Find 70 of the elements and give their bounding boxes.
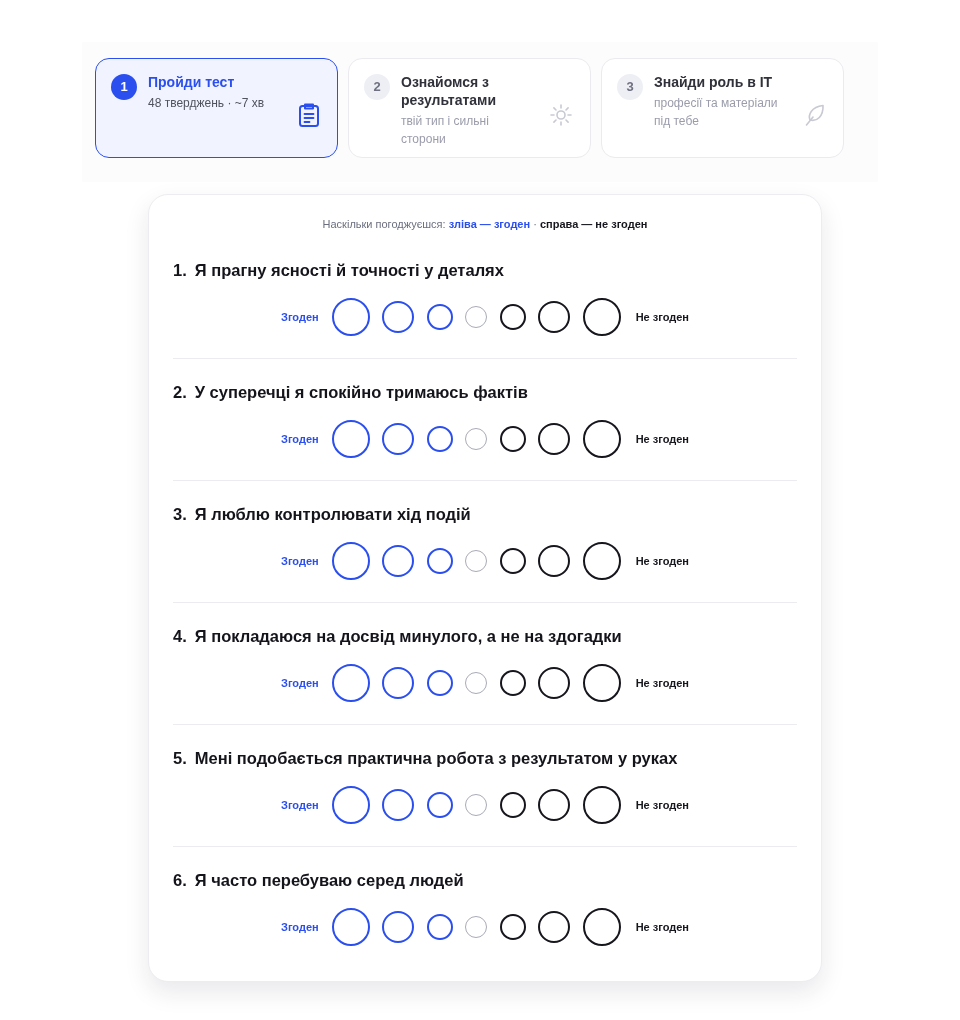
step-number: 1 bbox=[111, 74, 137, 100]
radio-button[interactable] bbox=[582, 542, 621, 580]
question-title: 3. Я люблю контролювати хід подій bbox=[173, 504, 472, 524]
step-number: 3 bbox=[617, 74, 643, 100]
disagree-label: Не згоден bbox=[635, 675, 689, 691]
radio-button[interactable] bbox=[426, 426, 453, 452]
step-title: Ознайомся з результатами bbox=[401, 73, 498, 109]
agree-label: Згоден bbox=[281, 431, 319, 447]
step-subtitle: 48 тверджень · ~7 хв bbox=[148, 95, 266, 112]
radio-button[interactable] bbox=[538, 667, 571, 699]
radio-button[interactable] bbox=[382, 545, 415, 577]
radio-button[interactable] bbox=[538, 423, 571, 455]
radio-button[interactable] bbox=[538, 789, 571, 821]
radio-button[interactable] bbox=[582, 908, 621, 946]
disagree-label: Не згоден bbox=[635, 919, 689, 935]
radio-button[interactable] bbox=[538, 301, 571, 333]
step-card[interactable]: 3 Знайди роль в IT професії та матеріали під тебе bbox=[601, 58, 844, 158]
agree-label: Згоден bbox=[281, 553, 319, 569]
scale-legend: Наскільки погоджуєшся: зліва — згоден · справа — не згоден bbox=[173, 216, 797, 232]
radio-button[interactable] bbox=[499, 792, 526, 818]
radio-button[interactable] bbox=[538, 911, 571, 943]
question-title: 2. У суперечці я спокійно тримаюсь фактів bbox=[173, 382, 529, 402]
step-card[interactable]: 2 Ознайомся з результатами твій тип і сильні сторони bbox=[348, 58, 591, 158]
radio-button[interactable] bbox=[382, 911, 415, 943]
radio-button[interactable] bbox=[499, 670, 526, 696]
sun-icon bbox=[550, 104, 572, 126]
radio-button[interactable] bbox=[426, 792, 453, 818]
step-subtitle: твій тип і сильні сторони bbox=[401, 113, 490, 148]
radio-button[interactable] bbox=[499, 304, 526, 330]
agree-label: Згоден bbox=[281, 675, 319, 691]
question-title: 5. Мені подобається практична робота з результатом у руках bbox=[173, 748, 679, 768]
radio-button[interactable] bbox=[331, 664, 370, 702]
radio-button[interactable] bbox=[331, 908, 370, 946]
disagree-label: Не згоден bbox=[635, 553, 689, 569]
radio-button[interactable] bbox=[426, 670, 453, 696]
disagree-label: Не згоден bbox=[635, 309, 689, 325]
agree-label: Згоден bbox=[281, 797, 319, 813]
radio-button[interactable] bbox=[538, 545, 571, 577]
radio-button[interactable] bbox=[331, 298, 370, 336]
agree-label: Згоден bbox=[281, 309, 319, 325]
radio-button[interactable] bbox=[499, 548, 526, 574]
step-card[interactable]: 1 Пройди тест 48 тверджень · ~7 хв bbox=[95, 58, 338, 158]
question-title: 1. Я прагну ясності й точності у деталях bbox=[173, 260, 505, 280]
radio-button[interactable] bbox=[382, 789, 415, 821]
step-title: Пройди тест bbox=[148, 73, 236, 91]
disagree-label: Не згоден bbox=[635, 431, 689, 447]
step-subtitle: професії та матеріали під тебе bbox=[654, 95, 779, 130]
radio-button[interactable] bbox=[331, 542, 370, 580]
radio-button[interactable] bbox=[382, 301, 415, 333]
radio-button[interactable] bbox=[331, 420, 370, 458]
radio-button[interactable] bbox=[382, 423, 415, 455]
agree-label: Згоден bbox=[281, 919, 319, 935]
radio-button[interactable] bbox=[582, 786, 621, 824]
radio-button[interactable] bbox=[426, 548, 453, 574]
radio-button[interactable] bbox=[382, 667, 415, 699]
question-title: 4. Я покладаюся на досвід минулого, а не на здогадки bbox=[173, 626, 623, 646]
radio-button[interactable] bbox=[331, 786, 370, 824]
radio-button[interactable] bbox=[426, 914, 453, 940]
step-title: Знайди роль в IT bbox=[654, 73, 774, 91]
radio-button[interactable] bbox=[582, 298, 621, 336]
radio-button[interactable] bbox=[499, 914, 526, 940]
step-number: 2 bbox=[364, 74, 390, 100]
radio-button[interactable] bbox=[582, 664, 621, 702]
leaf-icon bbox=[805, 104, 825, 126]
disagree-label: Не згоден bbox=[635, 797, 689, 813]
radio-button[interactable] bbox=[426, 304, 453, 330]
radio-button[interactable] bbox=[582, 420, 621, 458]
clipboard-icon bbox=[299, 103, 319, 127]
question-title: 6. Я часто перебуваю серед людей bbox=[173, 870, 465, 890]
radio-button[interactable] bbox=[499, 426, 526, 452]
